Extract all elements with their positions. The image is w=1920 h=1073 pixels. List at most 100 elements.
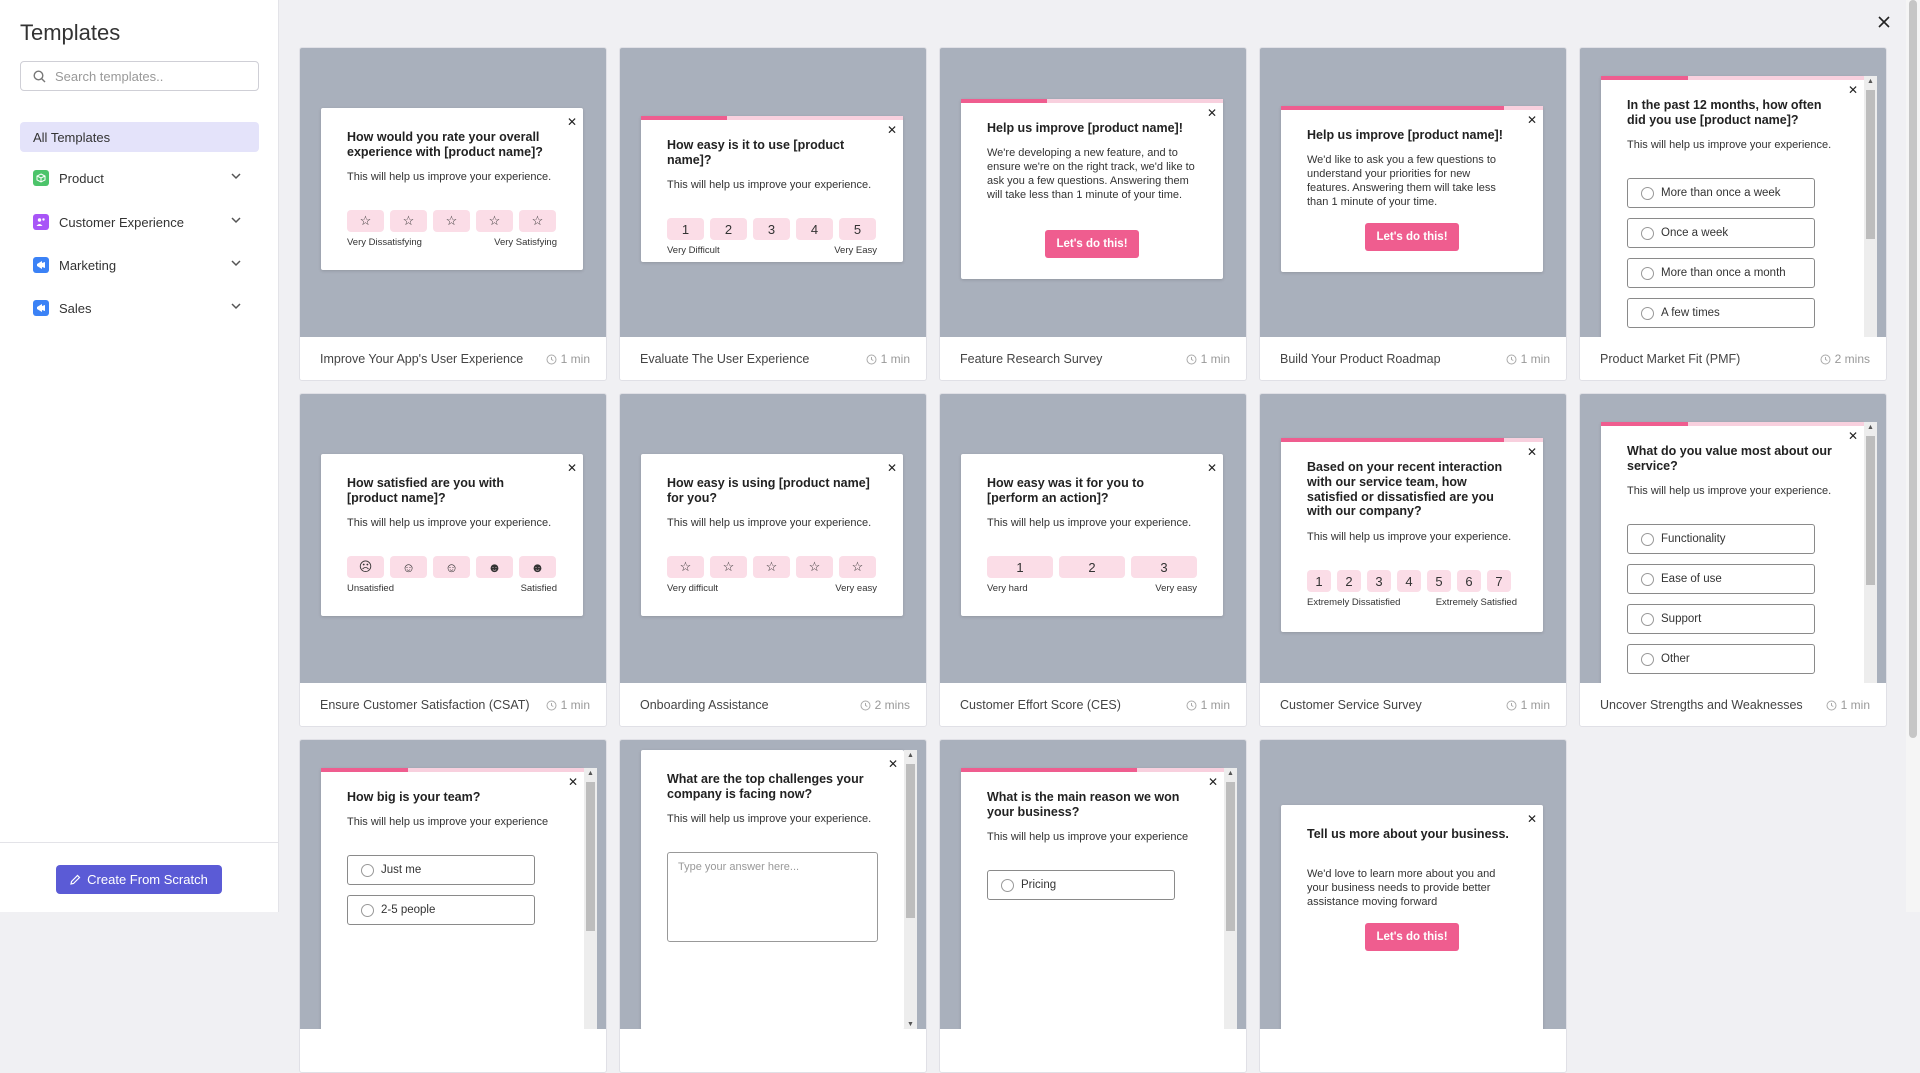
clock-icon (1826, 700, 1837, 710)
rating-scale: ☹ ☺ ☺ ☻ ☻ (347, 556, 556, 578)
search-input[interactable] (55, 68, 235, 84)
survey-popup-preview: ✕ How would you rate your overall experie… (321, 108, 583, 270)
chevron-down-icon[interactable] (231, 173, 241, 180)
subtext: This will help us improve your experienc… (347, 816, 549, 828)
clock-icon (546, 700, 557, 710)
close-icon: ✕ (888, 757, 899, 771)
scale-low-label: Very hard (987, 583, 1028, 594)
scroll-thumb (1226, 782, 1235, 931)
close-icon: ✕ (568, 775, 579, 789)
scroll-down-arrow: ▼ (907, 1021, 914, 1028)
template-card[interactable]: ✕ How satisfied are you with [product nam… (299, 393, 607, 727)
close-icon: ✕ (1848, 429, 1859, 443)
scale-high-label: Very Easy (834, 245, 877, 256)
template-card[interactable]: ✕ Help us improve [product name]! We're de… (939, 47, 1247, 381)
template-preview: ✕ How big is your team? This will help us … (300, 740, 606, 1029)
template-card[interactable]: ✕ What do you value most about our servic… (1579, 393, 1887, 727)
scroll-thumb (586, 782, 595, 931)
subtext: This will help us improve your experienc… (1627, 139, 1832, 151)
progress-bar (1281, 106, 1543, 110)
close-icon: ✕ (1207, 106, 1218, 120)
subtext: This will help us improve your experienc… (667, 813, 872, 825)
category-marketing[interactable]: Marketing (20, 250, 259, 280)
progress-bar (1601, 76, 1864, 80)
rating-option: 3 (753, 218, 790, 240)
rating-scale: ☆ ☆ ☆ ☆ ☆ (347, 210, 556, 232)
category-product[interactable]: Product (20, 163, 259, 193)
template-duration: 1 min (546, 698, 590, 712)
sidebar-footer: Create From Scratch (0, 842, 279, 912)
template-footer: Evaluate The User Experience 1 min (620, 337, 926, 380)
question-text: Tell us more about your business. (1307, 827, 1509, 841)
question-text: Based on your recent interaction with ou… (1307, 460, 1503, 519)
preview-scrollbar: ▲▼ (584, 768, 597, 1029)
survey-popup-preview: ✕ How easy was it for you to [perform an … (961, 454, 1223, 616)
question-text: What are the top challenges your company… (667, 772, 864, 801)
rating-option: ☆ (796, 556, 833, 578)
template-card[interactable]: ✕ Based on your recent interaction with o… (1259, 393, 1567, 727)
question-text: How easy is it to use [product name]? (667, 138, 845, 167)
rating-scale: 1234567 (1307, 570, 1511, 592)
rating-option: ☺ (390, 556, 427, 578)
scale-low-label: Very Dissatisfying (347, 237, 422, 248)
template-card[interactable]: ✕ Help us improve [product name]! We'd lik… (1259, 47, 1567, 381)
page-scrollbar[interactable] (1906, 0, 1920, 912)
question-text: How would you rate your overall experien… (347, 130, 543, 159)
template-card[interactable]: ✕ How would you rate your overall experie… (299, 47, 607, 381)
question-text: Help us improve [product name]! (1307, 128, 1503, 142)
template-card[interactable]: ✕ How easy was it for you to [perform an … (939, 393, 1247, 727)
search-box[interactable] (20, 61, 259, 91)
rating-option: ☆ (347, 210, 384, 232)
close-icon[interactable] (1876, 14, 1892, 30)
create-from-scratch-button[interactable]: Create From Scratch (56, 865, 222, 894)
template-card[interactable]: ✕ How easy is using [product name] for yo… (619, 393, 927, 727)
chevron-down-icon[interactable] (231, 260, 241, 267)
survey-popup-preview: ✕ What do you value most about our servic… (1601, 422, 1864, 683)
template-preview: ✕ How easy was it for you to [perform an … (940, 394, 1246, 683)
subtext: This will help us improve your experienc… (987, 517, 1192, 529)
template-footer: Build Your Product Roadmap 1 min (1260, 337, 1566, 380)
progress-bar (961, 99, 1223, 103)
survey-popup-preview: ✕ Help us improve [product name]! We're de… (961, 99, 1223, 279)
question-text: How satisfied are you with [product name… (347, 476, 504, 505)
template-duration: 1 min (1186, 698, 1230, 712)
search-icon (33, 69, 46, 82)
survey-popup-preview: ✕ How easy is it to use [product name]? Th… (641, 116, 903, 262)
template-duration: 1 min (1826, 698, 1870, 712)
cta-button: Let's do this! (1365, 923, 1459, 951)
category-sales[interactable]: Sales (20, 293, 259, 323)
template-name: Improve Your App's User Experience (320, 352, 524, 366)
preview-scrollbar: ▲▼ (904, 750, 917, 1029)
answer-option: Functionality (1627, 524, 1815, 554)
template-card[interactable]: ✕ In the past 12 months, how often did yo… (1579, 47, 1887, 381)
progress-bar (961, 768, 1224, 772)
question-text: How big is your team? (347, 790, 481, 804)
template-name: Customer Service Survey (1280, 698, 1422, 712)
template-card[interactable]: ✕ What are the top challenges your compan… (619, 739, 927, 1073)
box-icon (33, 170, 49, 186)
rating-scale: 12345 (667, 218, 876, 240)
template-footer (1260, 1029, 1566, 1072)
chevron-down-icon[interactable] (231, 217, 241, 224)
template-duration: 1 min (546, 352, 590, 366)
template-card[interactable]: ✕ Tell us more about your business. We'd l… (1259, 739, 1567, 1073)
category-label: Customer Experience (59, 214, 184, 230)
subtext: This will help us improve your experienc… (1627, 485, 1832, 497)
chevron-down-icon[interactable] (231, 303, 241, 310)
subtext: This will help us improve your experienc… (667, 517, 872, 529)
template-card[interactable]: ✕ How big is your team? This will help us … (299, 739, 607, 1073)
close-icon: ✕ (567, 461, 578, 475)
all-templates-item[interactable]: All Templates (20, 122, 259, 152)
answer-option: A few times (1627, 298, 1815, 328)
template-card[interactable]: ✕ How easy is it to use [product name]? Th… (619, 47, 927, 381)
template-duration: 1 min (1506, 352, 1550, 366)
close-icon: ✕ (567, 115, 578, 129)
scroll-up-arrow: ▲ (1867, 78, 1874, 85)
template-footer: Feature Research Survey 1 min (940, 337, 1246, 380)
template-name: Customer Effort Score (CES) (960, 698, 1121, 712)
survey-popup-preview: ✕ What is the main reason we won your bus… (961, 768, 1224, 1029)
scrollbar-thumb[interactable] (1909, 0, 1917, 738)
template-footer: Customer Effort Score (CES) 1 min (940, 683, 1246, 726)
template-card[interactable]: ✕ What is the main reason we won your bus… (939, 739, 1247, 1073)
category-customer-experience[interactable]: Customer Experience (20, 207, 259, 237)
